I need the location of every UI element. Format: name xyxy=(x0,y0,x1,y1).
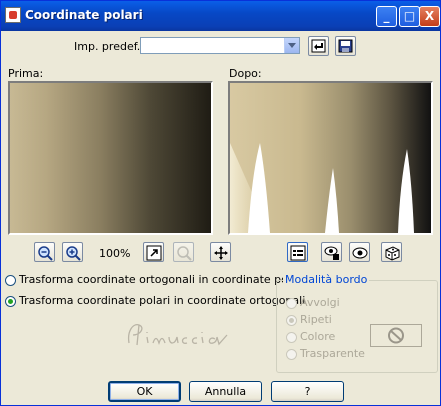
window-title: Coordinate polari xyxy=(25,8,143,22)
transparent-radio[interactable] xyxy=(286,348,297,360)
watermark-signature xyxy=(123,317,235,354)
preview-toggle-button[interactable] xyxy=(287,242,308,262)
maximize-button[interactable]: □ xyxy=(399,6,420,27)
title-bar[interactable]: Coordinate polari _ □ X xyxy=(1,1,440,31)
zoom-out-icon xyxy=(38,246,53,261)
option-polar-to-rect[interactable]: Trasforma coordinate polari in coordinat… xyxy=(5,294,305,307)
before-preview-image xyxy=(10,83,211,233)
minimize-button[interactable]: _ xyxy=(376,6,397,27)
edge-wrap-option[interactable]: Avvolgi xyxy=(286,296,340,309)
edge-transparent-option[interactable]: Trasparente xyxy=(286,347,365,360)
proof-button[interactable] xyxy=(349,242,370,262)
cancel-button[interactable]: Annulla xyxy=(189,381,262,402)
after-preview[interactable] xyxy=(228,81,433,235)
fit-window-button[interactable] xyxy=(143,242,164,262)
after-label: Dopo: xyxy=(229,67,262,80)
app-icon xyxy=(5,7,21,23)
auto-proof-button[interactable] xyxy=(321,242,342,262)
fit-window-icon xyxy=(146,245,162,261)
preset-label: Imp. predef.: xyxy=(74,40,144,53)
before-label: Prima: xyxy=(8,67,44,80)
no-color-icon xyxy=(388,327,404,344)
color-label: Colore xyxy=(300,330,336,343)
polar-to-rect-label: Trasforma coordinate polari in coordinat… xyxy=(19,294,306,307)
rect-to-polar-label: Trasforma coordinate ortogonali in coord… xyxy=(19,273,306,286)
preset-dropdown[interactable] xyxy=(140,37,300,54)
edge-color-swatch[interactable] xyxy=(370,324,422,347)
auto-proof-icon xyxy=(324,246,339,260)
edge-color-option[interactable]: Colore xyxy=(286,330,335,343)
color-radio[interactable] xyxy=(286,331,297,343)
edge-mode-title: Modalità bordo xyxy=(283,273,370,286)
dialog-window: Coordinate polari _ □ X Imp. predef.: Pr… xyxy=(0,0,441,406)
before-preview[interactable] xyxy=(8,81,213,235)
help-button[interactable]: ? xyxy=(271,381,344,402)
edge-repeat-option[interactable]: Ripeti xyxy=(286,313,332,326)
zoom-level: 100% xyxy=(99,247,131,260)
reset-icon xyxy=(311,39,326,53)
zoom-in-button[interactable] xyxy=(62,242,83,262)
move-icon xyxy=(214,246,228,260)
repeat-label: Ripeti xyxy=(300,313,332,326)
preview-toggle-icon xyxy=(290,245,306,261)
signature-image xyxy=(127,324,228,346)
zoom-out-button[interactable] xyxy=(34,242,55,262)
close-button[interactable]: X xyxy=(419,6,440,27)
randomize-icon xyxy=(385,246,400,261)
rect-to-polar-radio[interactable] xyxy=(5,274,16,286)
zoom-actual-button[interactable] xyxy=(173,242,194,262)
save-preset-button[interactable] xyxy=(335,36,356,56)
polar-to-rect-radio[interactable] xyxy=(5,295,16,307)
repeat-radio[interactable] xyxy=(286,314,297,326)
reset-preset-button[interactable] xyxy=(308,36,329,56)
wrap-radio[interactable] xyxy=(286,297,297,309)
zoom-in-icon xyxy=(66,246,81,261)
option-rect-to-polar[interactable]: Trasforma coordinate ortogonali in coord… xyxy=(5,273,305,286)
zoom-disabled-icon xyxy=(177,246,192,261)
save-icon xyxy=(338,39,353,53)
transparent-label: Trasparente xyxy=(300,347,365,360)
chevron-down-icon[interactable] xyxy=(284,38,299,53)
pan-button[interactable] xyxy=(210,242,231,262)
wrap-label: Avvolgi xyxy=(300,296,340,309)
polar-result-image xyxy=(230,143,414,233)
ok-button[interactable]: OK xyxy=(108,381,181,402)
after-preview-image xyxy=(230,83,431,233)
randomize-button[interactable] xyxy=(381,242,402,262)
proof-icon xyxy=(352,247,368,259)
